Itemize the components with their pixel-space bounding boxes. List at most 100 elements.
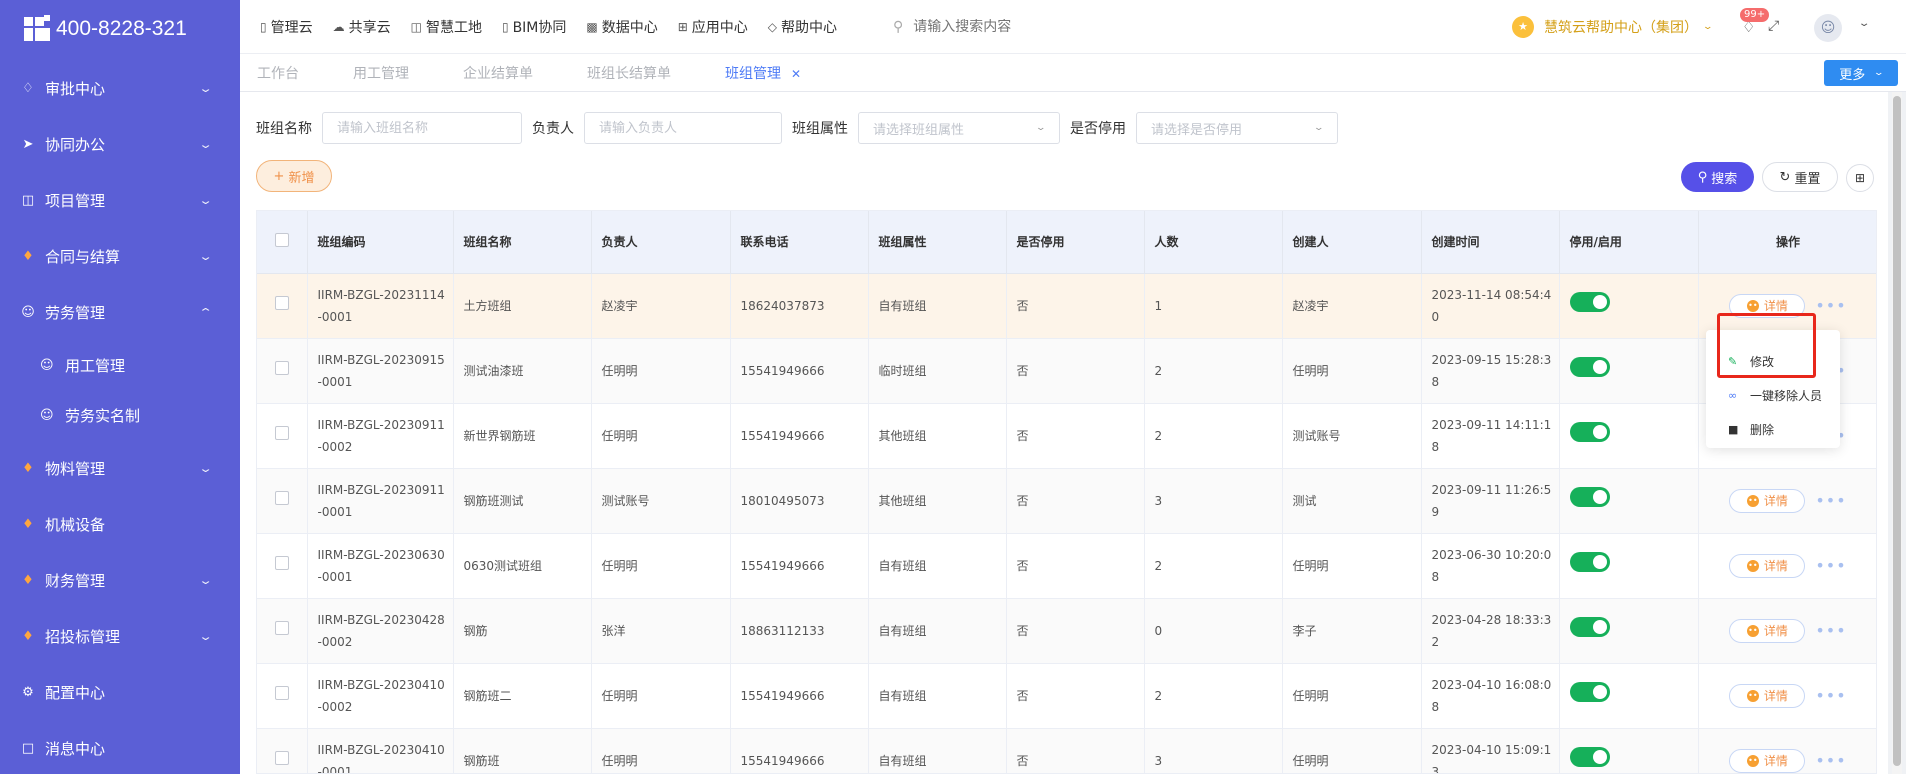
- more-actions-icon[interactable]: •••: [1815, 750, 1846, 772]
- enable-toggle[interactable]: [1569, 422, 1610, 442]
- detail-button[interactable]: •• 详情: [1729, 553, 1806, 578]
- tab-enterprise-settlement[interactable]: 企业结算单: [463, 63, 533, 83]
- detail-button[interactable]: •• 详情: [1729, 683, 1806, 708]
- menu-item-label: 一键移除人员: [1750, 388, 1823, 403]
- disabled-select[interactable]: 请选择是否停用 ⌄: [1136, 112, 1338, 144]
- search-icon: ⚲: [1697, 169, 1708, 185]
- more-label: 更多: [1839, 67, 1866, 83]
- more-actions-icon[interactable]: •••: [1815, 555, 1846, 577]
- topnav-item-help-center[interactable]: ◇ 帮助中心: [768, 17, 837, 37]
- row-checkbox[interactable]: [275, 685, 289, 700]
- sidebar-item-material[interactable]: ♦ 物料管理 ⌄: [0, 440, 240, 496]
- vertical-scrollbar[interactable]: [1892, 92, 1902, 774]
- tab-workbench[interactable]: 工作台: [257, 63, 299, 83]
- add-button[interactable]: + 新增: [256, 160, 332, 192]
- row-checkbox[interactable]: [275, 490, 289, 505]
- enable-toggle[interactable]: [1569, 292, 1610, 312]
- search-button[interactable]: ⚲ 搜索: [1681, 162, 1754, 192]
- select-all-checkbox[interactable]: [275, 233, 289, 248]
- detail-button[interactable]: •• 详情: [1729, 488, 1806, 513]
- sidebar-item-contract[interactable]: ♦ 合同与结算 ⌄: [0, 228, 240, 284]
- tab-leader-settlement[interactable]: 班组长结算单: [587, 63, 671, 83]
- more-dot-icon: ••: [1746, 624, 1759, 637]
- more-actions-icon[interactable]: •••: [1815, 620, 1846, 642]
- more-button[interactable]: 更多 ⌄: [1824, 60, 1898, 86]
- sidebar-item-message[interactable]: □ 消息中心: [0, 720, 240, 774]
- table-row[interactable]: IIRM-BZGL-20230911 -0002 新世界钢筋班 任明明 15541…: [257, 403, 1876, 469]
- enable-toggle[interactable]: [1569, 357, 1610, 377]
- team-name-input[interactable]: [322, 112, 522, 144]
- leader-cell: 测试账号: [591, 468, 731, 534]
- more-actions-icon[interactable]: •••: [1815, 490, 1846, 512]
- row-checkbox[interactable]: [275, 555, 289, 570]
- topnav-item-data-center[interactable]: ▩ 数据中心: [586, 17, 657, 37]
- topnav-item-app-center[interactable]: ⊞ 应用中心: [678, 17, 748, 37]
- row-select-cell: [257, 728, 308, 773]
- sidebar-subitem-employment[interactable]: ☺ 用工管理: [0, 340, 240, 390]
- time-line: 8: [1431, 439, 1440, 454]
- detail-button[interactable]: •• 详情: [1729, 748, 1806, 773]
- remove-members-menu-item[interactable]: ∞ 一键移除人员: [1706, 378, 1840, 412]
- more-actions-icon[interactable]: •••: [1815, 295, 1846, 317]
- delete-menu-item[interactable]: ■ 删除: [1706, 412, 1840, 446]
- detail-button[interactable]: •• 详情: [1729, 293, 1806, 318]
- disabled-label: 是否停用: [1070, 121, 1126, 137]
- tab-employment[interactable]: 用工管理: [353, 63, 409, 83]
- enable-toggle[interactable]: [1569, 617, 1610, 637]
- topnav-label: 数据中心: [601, 19, 658, 36]
- avatar[interactable]: ☺: [1814, 14, 1842, 42]
- row-checkbox[interactable]: [275, 620, 289, 635]
- table-row[interactable]: IIRM-BZGL-20230428 -0002 钢筋 张洋 1886311213…: [257, 598, 1876, 664]
- edit-menu-item[interactable]: ✎ 修改: [1706, 344, 1840, 378]
- row-checkbox[interactable]: [275, 295, 289, 310]
- team-attribute-select[interactable]: 请选择班组属性 ⌄: [858, 112, 1060, 144]
- detail-button[interactable]: •• 详情: [1729, 618, 1806, 643]
- user-icon: ☺: [40, 357, 54, 373]
- enable-toggle[interactable]: [1569, 487, 1610, 507]
- table-row[interactable]: IIRM-BZGL-20231114 -0001 土方班组 赵凌宇 1862403…: [257, 273, 1876, 339]
- close-icon[interactable]: ✕: [791, 67, 801, 81]
- topnav-item-bim[interactable]: ▯ BIM协同: [502, 17, 566, 37]
- reset-button[interactable]: ↻ 重置: [1762, 162, 1838, 192]
- enable-toggle[interactable]: [1569, 682, 1610, 702]
- operations-cell: •• 详情 •••: [1698, 663, 1876, 729]
- sidebar-item-labor[interactable]: ☺ 劳务管理 ⌃: [0, 284, 240, 340]
- help-center-link[interactable]: ★ 慧筑云帮助中心（集团） ⌄: [1512, 15, 1713, 38]
- enable-toggle[interactable]: [1569, 552, 1610, 572]
- sidebar-subitem-realname[interactable]: ☺ 劳务实名制: [0, 390, 240, 440]
- sidebar-item-approval[interactable]: ♢ 审批中心 ⌄: [0, 60, 240, 116]
- sidebar-item-collab[interactable]: ➤ 协同办公 ⌄: [0, 116, 240, 172]
- more-actions-icon[interactable]: •••: [1815, 685, 1846, 707]
- sidebar-item-project[interactable]: ◫ 项目管理 ⌄: [0, 172, 240, 228]
- column-settings-icon[interactable]: ⊞: [1846, 164, 1874, 192]
- scrollbar-thumb[interactable]: [1893, 96, 1901, 766]
- row-checkbox[interactable]: [275, 750, 289, 765]
- row-checkbox[interactable]: [275, 360, 289, 375]
- fullscreen-icon[interactable]: ⤢: [1768, 18, 1779, 34]
- sidebar-item-finance[interactable]: ♦ 财务管理 ⌄: [0, 552, 240, 608]
- table-row[interactable]: IIRM-BZGL-20230410 -0002 钢筋班二 任明明 1554194…: [257, 663, 1876, 729]
- leader-input[interactable]: [584, 112, 782, 144]
- logo[interactable]: 400-8228-321: [0, 0, 240, 58]
- global-search-input[interactable]: [913, 18, 1114, 35]
- chevron-down-icon[interactable]: ⌄: [1858, 18, 1871, 29]
- topnav-item-manage-cloud[interactable]: ▯ 管理云: [260, 17, 313, 37]
- sidebar-item-machinery[interactable]: ♦ 机械设备: [0, 496, 240, 552]
- row-checkbox[interactable]: [275, 425, 289, 440]
- topnav-item-smart-site[interactable]: ◫ 智慧工地: [411, 17, 482, 37]
- table-row[interactable]: IIRM-BZGL-20230915 -0001 测试油漆班 任明明 155419…: [257, 338, 1876, 404]
- topnav-item-share-cloud[interactable]: ☁ 共享云: [333, 17, 391, 37]
- column-header: 创建人: [1282, 211, 1422, 274]
- time-line: 3: [1431, 764, 1440, 774]
- tab-team-management[interactable]: 班组管理 ✕: [725, 63, 801, 83]
- attribute-cell: 其他班组: [868, 403, 1007, 469]
- sidebar-item-config[interactable]: ⚙ 配置中心: [0, 664, 240, 720]
- time-line: 2023-11-14 08:54:4: [1431, 287, 1552, 302]
- detail-label: 详情: [1763, 494, 1788, 508]
- sidebar-item-bidding[interactable]: ♦ 招投标管理 ⌄: [0, 608, 240, 664]
- table-row[interactable]: IIRM-BZGL-20230630 -0001 0630测试班组 任明明 155…: [257, 533, 1876, 599]
- enable-toggle[interactable]: [1569, 747, 1610, 767]
- table-row[interactable]: IIRM-BZGL-20230911 -0001 钢筋班测试 测试账号 18010…: [257, 468, 1876, 534]
- more-dot-icon: ••: [1746, 754, 1759, 767]
- table-row[interactable]: IIRM-BZGL-20230410 -0001 钢筋班 任明明 15541949…: [257, 728, 1876, 774]
